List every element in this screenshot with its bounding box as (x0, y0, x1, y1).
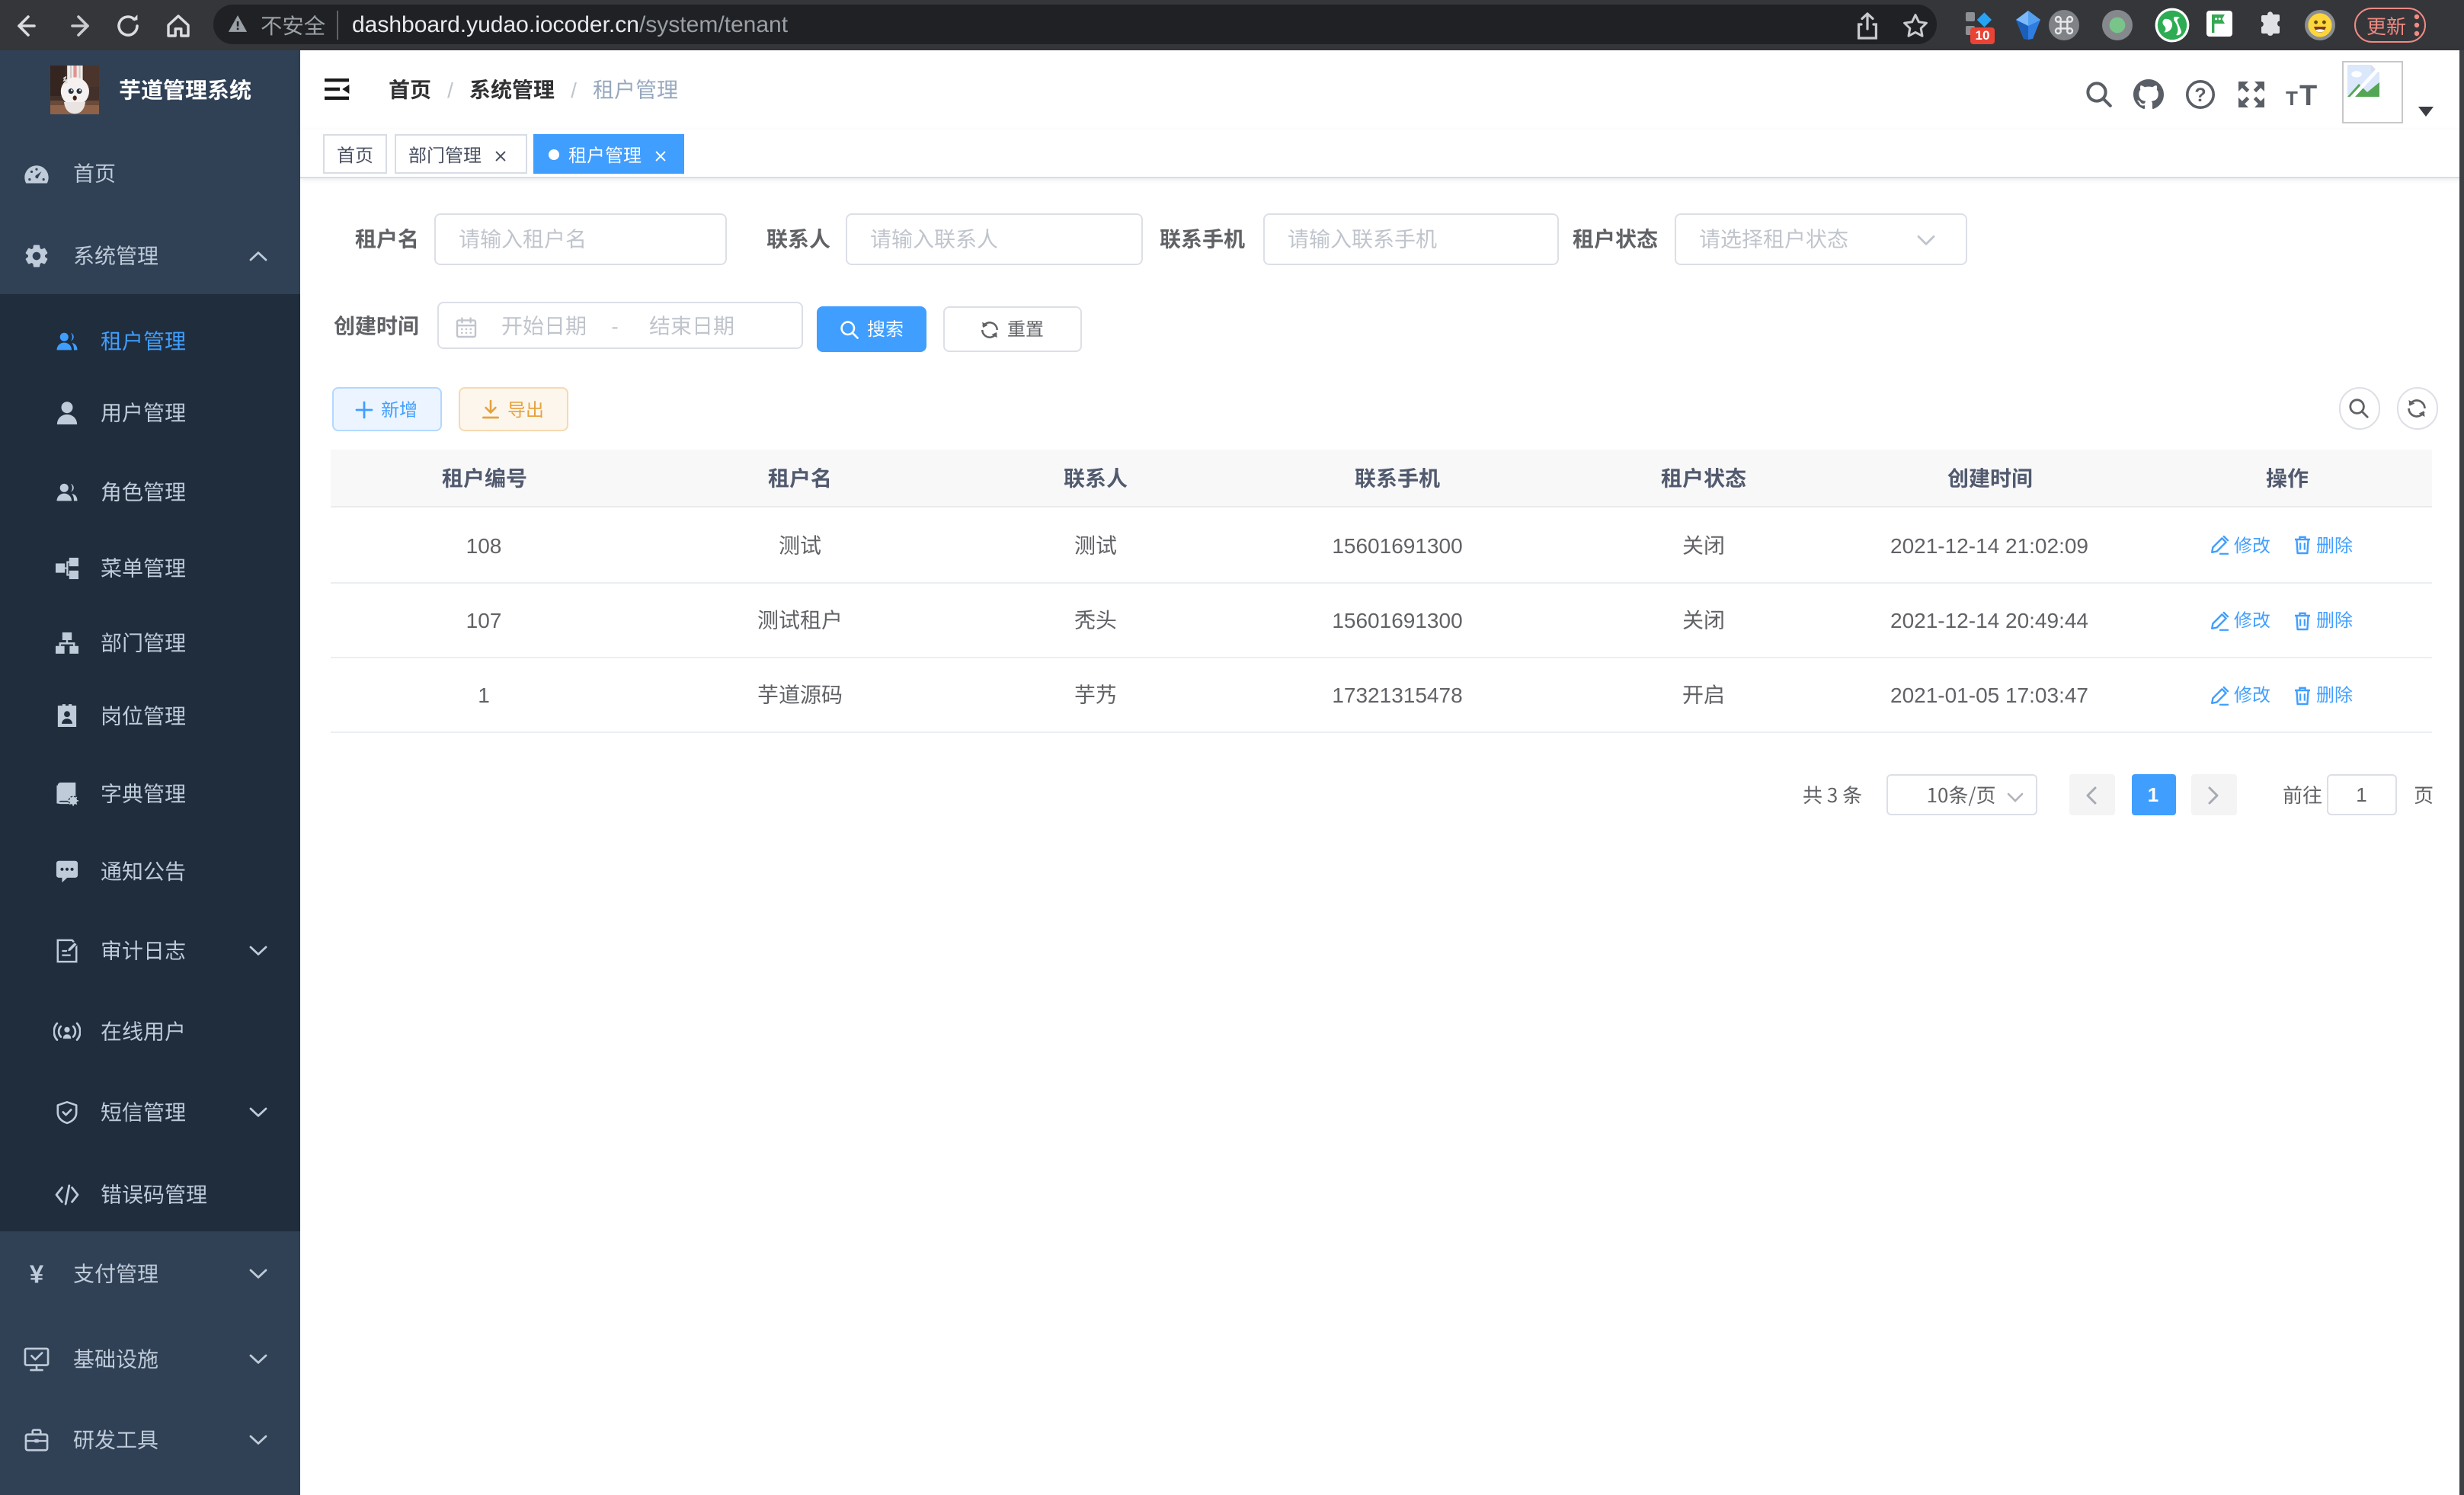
svg-text:?: ? (2194, 84, 2206, 105)
svg-text:¥: ¥ (30, 1260, 44, 1286)
svg-text:T: T (2286, 86, 2298, 107)
svg-text:T: T (2299, 80, 2317, 107)
